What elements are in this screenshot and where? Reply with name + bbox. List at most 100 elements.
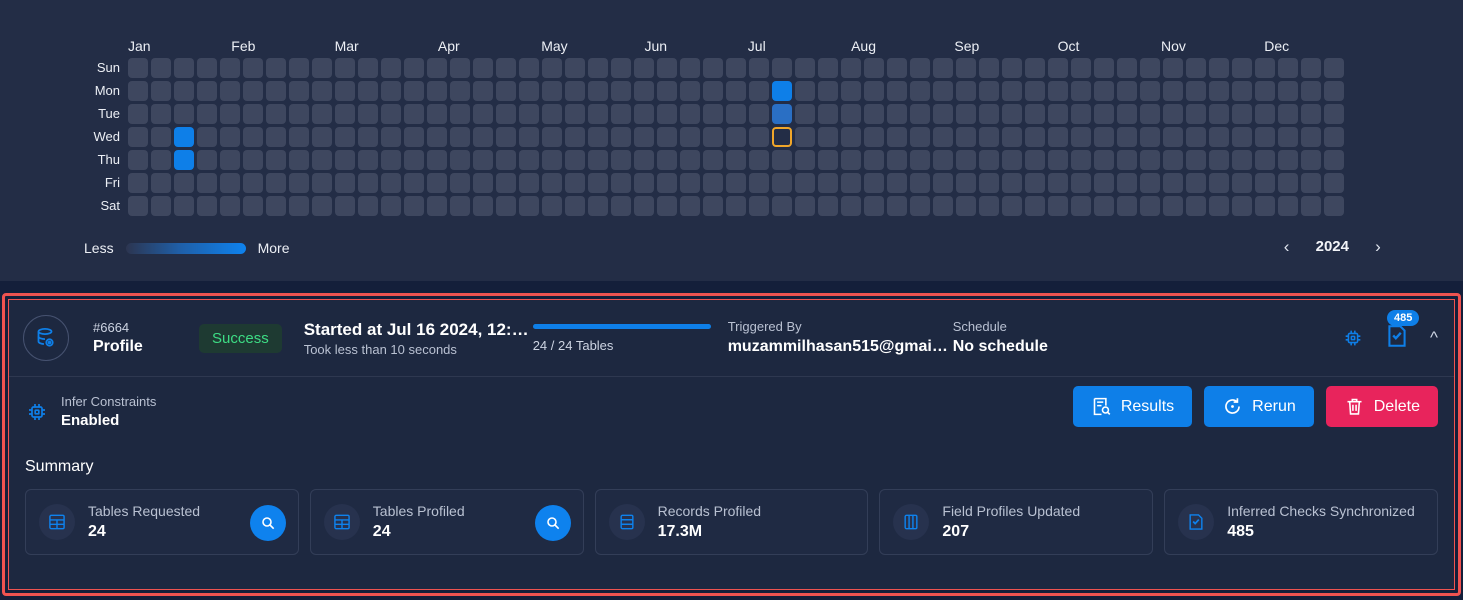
heatmap-cell-empty[interactable]	[933, 81, 953, 101]
heatmap-cell-empty[interactable]	[956, 173, 976, 193]
heatmap-cell-empty[interactable]	[1140, 196, 1160, 216]
heatmap-cell-empty[interactable]	[611, 104, 631, 124]
heatmap-cell-empty[interactable]	[197, 104, 217, 124]
heatmap-cell-empty[interactable]	[1255, 173, 1275, 193]
heatmap-cell-empty[interactable]	[473, 196, 493, 216]
heatmap-cell-empty[interactable]	[519, 104, 539, 124]
heatmap-cell-empty[interactable]	[289, 196, 309, 216]
heatmap-cell-empty[interactable]	[910, 104, 930, 124]
heatmap-cell-empty[interactable]	[1071, 150, 1091, 170]
heatmap-cell-empty[interactable]	[841, 150, 861, 170]
heatmap-cell-empty[interactable]	[197, 150, 217, 170]
heatmap-cell-empty[interactable]	[1301, 104, 1321, 124]
heatmap-cell-empty[interactable]	[243, 196, 263, 216]
heatmap-cell-empty[interactable]	[749, 81, 769, 101]
summary-card[interactable]: Inferred Checks Synchronized 485	[1164, 489, 1438, 555]
card-search-button[interactable]	[534, 505, 571, 541]
heatmap-cell-empty[interactable]	[358, 150, 378, 170]
heatmap-cell-empty[interactable]	[565, 81, 585, 101]
run-header-row[interactable]: #6664 Profile Success Started at Jul 16 …	[9, 300, 1454, 377]
heatmap-cell-empty[interactable]	[864, 127, 884, 147]
heatmap-cell-empty[interactable]	[1232, 81, 1252, 101]
heatmap-cell-empty[interactable]	[542, 127, 562, 147]
heatmap-cell-empty[interactable]	[266, 127, 286, 147]
heatmap-cell-empty[interactable]	[312, 81, 332, 101]
heatmap-cell-empty[interactable]	[1025, 104, 1045, 124]
heatmap-cell-empty[interactable]	[1048, 104, 1068, 124]
heatmap-cell-empty[interactable]	[910, 173, 930, 193]
heatmap-cell-empty[interactable]	[703, 150, 723, 170]
heatmap-cell-empty[interactable]	[887, 150, 907, 170]
heatmap-cell-empty[interactable]	[1209, 58, 1229, 78]
heatmap-cell-empty[interactable]	[243, 104, 263, 124]
heatmap-cell-empty[interactable]	[1232, 150, 1252, 170]
heatmap-cell-empty[interactable]	[565, 127, 585, 147]
heatmap-cell-empty[interactable]	[864, 58, 884, 78]
heatmap-cell-empty[interactable]	[749, 104, 769, 124]
heatmap-cell-empty[interactable]	[197, 173, 217, 193]
heatmap-cell-empty[interactable]	[1071, 81, 1091, 101]
heatmap-cell-empty[interactable]	[588, 173, 608, 193]
heatmap-cell-empty[interactable]	[519, 127, 539, 147]
heatmap-cell-empty[interactable]	[1324, 173, 1344, 193]
heatmap-cell-empty[interactable]	[772, 58, 792, 78]
heatmap-cell-empty[interactable]	[335, 58, 355, 78]
heatmap-cell-empty[interactable]	[703, 104, 723, 124]
heatmap-cell-empty[interactable]	[956, 58, 976, 78]
heatmap-cell-empty[interactable]	[1117, 58, 1137, 78]
heatmap-cell-empty[interactable]	[381, 196, 401, 216]
heatmap-cell-empty[interactable]	[956, 81, 976, 101]
rerun-button[interactable]: Rerun	[1204, 386, 1314, 427]
heatmap-cell-empty[interactable]	[1071, 104, 1091, 124]
heatmap-cell-empty[interactable]	[910, 196, 930, 216]
heatmap-cell-empty[interactable]	[979, 150, 999, 170]
heatmap-cell-empty[interactable]	[519, 150, 539, 170]
heatmap-cell-empty[interactable]	[1025, 127, 1045, 147]
heatmap-cell-empty[interactable]	[1186, 196, 1206, 216]
heatmap-cell-empty[interactable]	[887, 104, 907, 124]
heatmap-cell-empty[interactable]	[1002, 150, 1022, 170]
heatmap-cell-empty[interactable]	[358, 196, 378, 216]
heatmap-cell-empty[interactable]	[1094, 173, 1114, 193]
heatmap-cell-empty[interactable]	[197, 196, 217, 216]
heatmap-cell-empty[interactable]	[128, 104, 148, 124]
heatmap-cell-empty[interactable]	[1209, 196, 1229, 216]
heatmap-cell-empty[interactable]	[1002, 127, 1022, 147]
heatmap-cell-empty[interactable]	[174, 104, 194, 124]
heatmap-cell-empty[interactable]	[680, 196, 700, 216]
heatmap-cell-empty[interactable]	[933, 104, 953, 124]
heatmap-cell-empty[interactable]	[634, 196, 654, 216]
heatmap-cell-empty[interactable]	[749, 127, 769, 147]
heatmap-cell-empty[interactable]	[220, 104, 240, 124]
heatmap-cell-empty[interactable]	[841, 127, 861, 147]
heatmap-cell-empty[interactable]	[450, 58, 470, 78]
heatmap-cell-empty[interactable]	[565, 150, 585, 170]
heatmap-cell-empty[interactable]	[1094, 127, 1114, 147]
heatmap-cell-empty[interactable]	[772, 173, 792, 193]
heatmap-cell-empty[interactable]	[1255, 81, 1275, 101]
heatmap-cell-empty[interactable]	[1048, 196, 1068, 216]
heatmap-cell-empty[interactable]	[864, 81, 884, 101]
heatmap-cell-empty[interactable]	[1163, 196, 1183, 216]
heatmap-cell-empty[interactable]	[749, 196, 769, 216]
heatmap-cell-empty[interactable]	[795, 127, 815, 147]
heatmap-cell-empty[interactable]	[1301, 127, 1321, 147]
heatmap-cell-empty[interactable]	[1278, 58, 1298, 78]
heatmap-cell-empty[interactable]	[1186, 104, 1206, 124]
heatmap-cell-empty[interactable]	[933, 127, 953, 147]
heatmap-cell-empty[interactable]	[1278, 127, 1298, 147]
heatmap-cell-empty[interactable]	[1186, 173, 1206, 193]
heatmap-cell-empty[interactable]	[128, 196, 148, 216]
heatmap-cell-empty[interactable]	[427, 150, 447, 170]
heatmap-cell-empty[interactable]	[841, 81, 861, 101]
heatmap-cell-empty[interactable]	[588, 58, 608, 78]
heatmap-cell-empty[interactable]	[979, 127, 999, 147]
heatmap-cell-empty[interactable]	[450, 196, 470, 216]
heatmap-cell-empty[interactable]	[128, 127, 148, 147]
heatmap-cell-empty[interactable]	[1324, 150, 1344, 170]
heatmap-cell-empty[interactable]	[657, 127, 677, 147]
heatmap-cell-empty[interactable]	[519, 81, 539, 101]
heatmap-cell-empty[interactable]	[657, 58, 677, 78]
heatmap-cell-empty[interactable]	[1186, 127, 1206, 147]
heatmap-cell-empty[interactable]	[588, 127, 608, 147]
